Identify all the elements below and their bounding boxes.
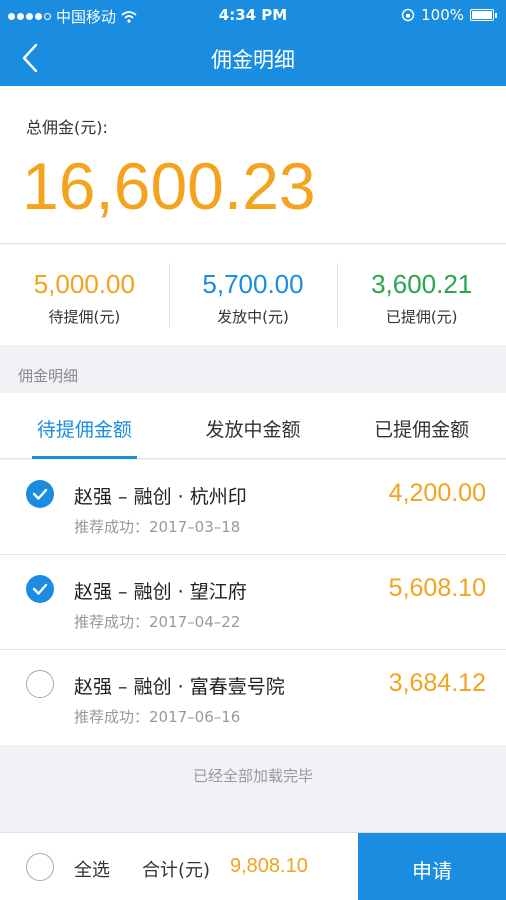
item-name: 赵强 – 融创 · 富春壹号院 bbox=[74, 676, 285, 698]
select-all-label[interactable]: 全选 bbox=[74, 856, 110, 882]
item-date: 推荐成功：2017–03–18 bbox=[74, 518, 241, 536]
page-title: 佣金明细 bbox=[211, 48, 295, 72]
nav-bar: 佣金明细 bbox=[0, 30, 506, 86]
stat-withdrawn-value: 3,600.21 bbox=[371, 269, 473, 299]
all-loaded-text: 已经全部加载完毕 bbox=[192, 767, 313, 785]
list-item[interactable]: 赵强 – 融创 · 望江府 推荐成功：2017–04–22 5,608.10 bbox=[0, 555, 506, 650]
item-date: 推荐成功：2017–04–22 bbox=[74, 613, 241, 631]
stat-issuing: 5,700.00 发放中(元) bbox=[168, 245, 338, 345]
sum-label: 合计(元) bbox=[142, 860, 211, 881]
stat-issuing-value: 5,700.00 bbox=[202, 269, 304, 299]
bottom-bar: 全选 合计(元) 9,808.10 申请 bbox=[0, 832, 506, 900]
item-name: 赵强 – 融创 · 杭州印 bbox=[74, 486, 247, 508]
item-amount: 3,684.12 bbox=[388, 669, 486, 697]
checkbox-unchecked-icon[interactable] bbox=[26, 670, 54, 698]
commission-list: 赵强 – 融创 · 杭州印 推荐成功：2017–03–18 4,200.00 赵… bbox=[0, 460, 506, 745]
stats-panel: 5,000.00 待提佣(元) 5,700.00 发放中(元) 3,600.21… bbox=[0, 245, 506, 345]
orientation-lock-icon bbox=[401, 8, 415, 22]
sum-value: 9,808.10 bbox=[230, 855, 308, 877]
stat-pending-label: 待提佣(元) bbox=[48, 308, 121, 326]
checkbox-checked-icon[interactable] bbox=[26, 575, 54, 603]
item-date: 推荐成功：2017–06–16 bbox=[74, 708, 241, 726]
item-amount: 5,608.10 bbox=[388, 574, 486, 602]
stat-withdrawn: 3,600.21 已提佣(元) bbox=[337, 245, 506, 345]
list-item[interactable]: 赵强 – 融创 · 富春壹号院 推荐成功：2017–06–16 3,684.12 bbox=[0, 650, 506, 745]
tab-pending[interactable]: 待提佣金额 bbox=[0, 393, 169, 459]
total-amount: 16,600.23 bbox=[22, 149, 316, 223]
status-bar: 中国移动 4:34 PM 100% bbox=[0, 0, 506, 30]
tab-withdrawn[interactable]: 已提佣金额 bbox=[337, 393, 506, 458]
stat-withdrawn-label: 已提佣(元) bbox=[385, 308, 458, 326]
tab-bar: 待提佣金额 发放中金额 已提佣金额 bbox=[0, 393, 506, 459]
apply-button[interactable]: 申请 bbox=[358, 833, 506, 900]
battery-percent: 100% bbox=[421, 6, 464, 24]
item-name: 赵强 – 融创 · 望江府 bbox=[74, 581, 247, 603]
stat-issuing-label: 发放中(元) bbox=[217, 308, 289, 326]
battery-icon bbox=[470, 9, 497, 21]
list-item[interactable]: 赵强 – 融创 · 杭州印 推荐成功：2017–03–18 4,200.00 bbox=[0, 460, 506, 555]
checkbox-checked-icon[interactable] bbox=[26, 480, 54, 508]
section-label: 佣金明细 bbox=[18, 367, 79, 385]
stat-pending: 5,000.00 待提佣(元) bbox=[0, 245, 169, 345]
stat-pending-value: 5,000.00 bbox=[33, 269, 135, 299]
tab-issuing[interactable]: 发放中金额 bbox=[169, 393, 338, 458]
select-all-checkbox-icon[interactable] bbox=[26, 853, 54, 881]
total-label: 总佣金(元): bbox=[26, 118, 108, 137]
item-amount: 4,200.00 bbox=[388, 479, 486, 507]
total-commission-panel: 总佣金(元): 16,600.23 bbox=[0, 86, 506, 244]
